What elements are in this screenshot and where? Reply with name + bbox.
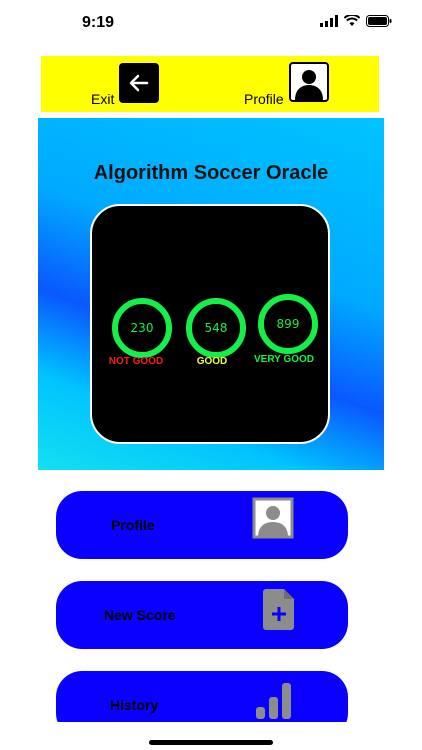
profile-icon xyxy=(252,497,294,539)
menu-label-new-score: New Score xyxy=(104,607,176,623)
profile-menu-button[interactable]: Profile xyxy=(56,491,348,559)
signal-icon xyxy=(320,15,338,27)
app-title: Algorithm Soccer Oracle xyxy=(93,162,329,184)
profile-button[interactable] xyxy=(289,62,329,102)
score-label-very-good: VERY GOOD xyxy=(253,354,314,365)
status-time: 9:19 xyxy=(82,14,115,31)
profile-icon xyxy=(295,70,323,100)
bottom-safe-area xyxy=(0,722,422,750)
menu-label-history: History xyxy=(110,697,159,713)
score-panel: 230 NOT GOOD 548 GOOD 899 VERY GOOD xyxy=(90,204,330,444)
top-bar: Exit Profile xyxy=(41,56,379,112)
score-value: 548 xyxy=(204,321,228,335)
exit-button[interactable] xyxy=(119,63,159,103)
status-icons xyxy=(320,15,392,27)
score-value: 899 xyxy=(276,317,300,331)
arrow-left-icon xyxy=(129,74,149,92)
profile-label: Profile xyxy=(244,91,284,107)
score-label-not-good: NOT GOOD xyxy=(108,356,164,367)
score-gauge-mid: 548 xyxy=(186,298,246,358)
menu-label-profile: Profile xyxy=(111,517,155,533)
hero-panel: Algorithm Soccer Oracle 230 NOT GOOD 548… xyxy=(38,118,384,470)
score-label-good: GOOD xyxy=(196,356,228,367)
score-value: 230 xyxy=(130,321,154,335)
exit-label: Exit xyxy=(91,91,115,107)
home-indicator[interactable] xyxy=(149,740,273,745)
wifi-icon xyxy=(344,15,360,26)
status-bar: 9:19 xyxy=(0,0,422,50)
add-file-icon xyxy=(263,589,294,630)
bar-chart-icon xyxy=(256,683,291,719)
score-gauge-low: 230 xyxy=(112,298,172,358)
score-gauge-high: 899 xyxy=(258,294,318,354)
battery-icon xyxy=(366,15,392,27)
new-score-menu-button[interactable]: New Score xyxy=(56,581,348,649)
